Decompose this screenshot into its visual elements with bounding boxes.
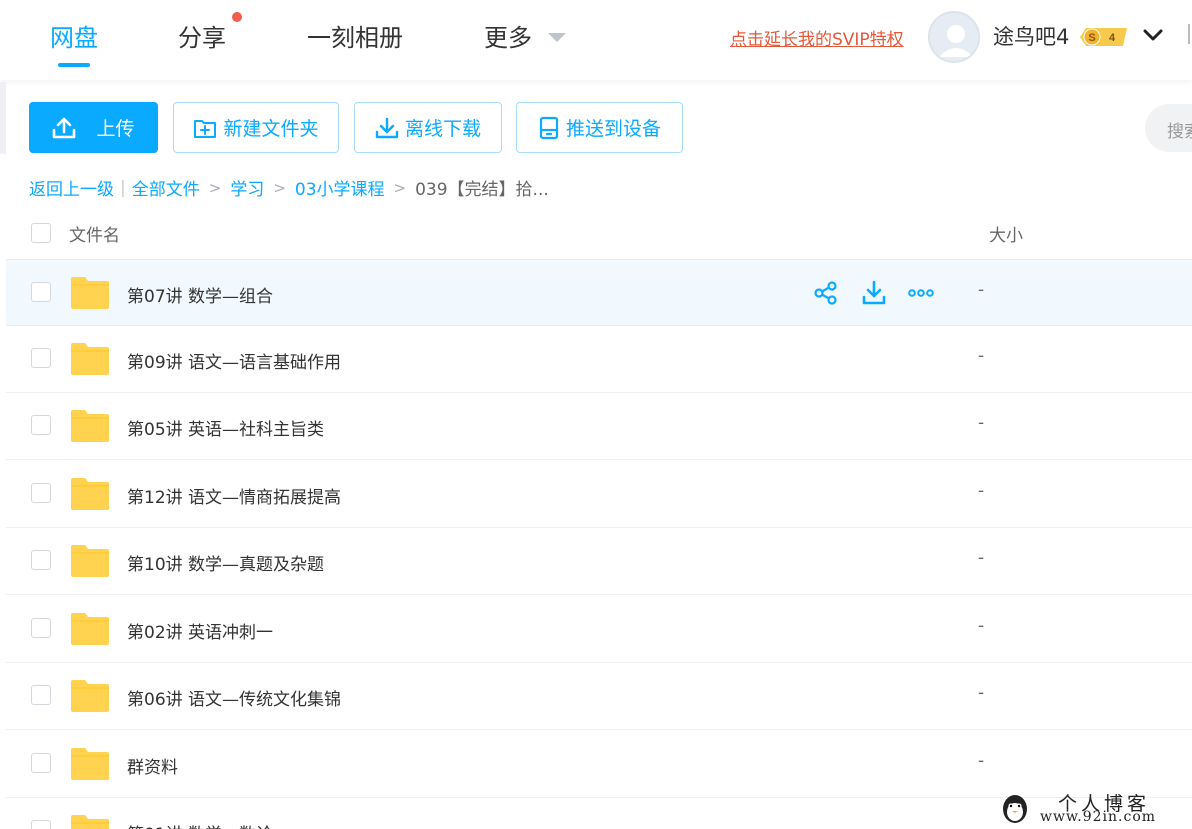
folder-icon [71, 545, 109, 577]
row-checkbox[interactable] [31, 550, 51, 570]
username[interactable]: 途鸟吧4 [993, 21, 1069, 51]
file-name[interactable]: 第07讲 数学—组合 [127, 282, 273, 307]
row-checkbox[interactable] [31, 348, 51, 368]
tab-album[interactable]: 一刻相册 [307, 18, 403, 53]
breadcrumb-current: 039【完结】拾... [415, 180, 549, 200]
row-checkbox[interactable] [31, 483, 51, 503]
file-name[interactable]: 第06讲 语文—传统文化集锦 [127, 685, 341, 710]
row-checkbox[interactable] [31, 415, 51, 435]
caret-down-icon[interactable] [548, 33, 566, 42]
new-folder-button[interactable]: 新建文件夹 [173, 102, 339, 153]
svg-text:4: 4 [1109, 32, 1116, 44]
table-row[interactable]: 第07讲 数学—组合 - [6, 259, 1192, 326]
tab-share[interactable]: 分享 [178, 18, 226, 53]
user-avatar-icon [930, 13, 978, 61]
penguin-face-icon [1003, 795, 1027, 823]
file-name[interactable]: 群资料 [127, 753, 178, 778]
folder-icon [71, 748, 109, 780]
upload-icon [53, 117, 76, 138]
back-link[interactable]: 返回上一级 [29, 175, 114, 200]
sidebar-edge [0, 82, 6, 154]
breadcrumb-divider: | [120, 177, 126, 198]
svip-renew-link[interactable]: 点击延长我的SVIP特权 [730, 25, 904, 50]
file-size: - [978, 413, 985, 433]
folder-icon [71, 277, 109, 309]
table-row[interactable]: 第02讲 英语冲刺一 - [6, 596, 1192, 663]
file-size: - [978, 548, 985, 568]
offline-download-label: 离线下载 [404, 118, 481, 140]
watermark-url: www.92in.com [1040, 809, 1157, 825]
file-size: - [978, 683, 985, 703]
breadcrumb-arrow-icon: > [393, 178, 407, 197]
more-options-icon[interactable] [908, 280, 934, 306]
folder-icon [71, 410, 109, 442]
table-row[interactable]: 第12讲 语文—情商拓展提高 - [6, 461, 1192, 528]
file-name[interactable]: 第12讲 语文—情商拓展提高 [127, 483, 341, 508]
table-row[interactable]: 第09讲 语文—语言基础作用 - [6, 326, 1192, 393]
folder-icon [71, 478, 109, 510]
select-all-checkbox[interactable] [31, 223, 51, 243]
svip-badge-icon: S 4 [1080, 28, 1127, 46]
file-size: - [978, 751, 985, 771]
divider [1188, 24, 1190, 44]
file-size: - [978, 616, 985, 636]
active-tab-indicator [58, 63, 90, 67]
device-icon [539, 116, 559, 139]
folder-icon [71, 343, 109, 375]
column-header-name[interactable]: 文件名 [69, 221, 120, 246]
folder-icon [71, 613, 109, 645]
tab-netdisk[interactable]: 网盘 [50, 18, 98, 53]
chevron-down-icon[interactable] [1142, 24, 1164, 46]
breadcrumb-study[interactable]: 学习 [230, 175, 264, 200]
column-header-size[interactable]: 大小 [989, 221, 1023, 246]
table-row[interactable]: 群资料 - [6, 731, 1192, 798]
file-name[interactable]: 第01讲 数学—数论 [127, 820, 273, 829]
search-input[interactable]: 搜索 [1145, 104, 1192, 152]
file-size: - [978, 346, 985, 366]
row-checkbox[interactable] [31, 753, 51, 773]
push-to-device-button[interactable]: 推送到设备 [516, 102, 683, 153]
breadcrumb-all-files[interactable]: 全部文件 [132, 175, 200, 200]
blog-watermark: 个人博客 www.92in.com [998, 789, 1192, 829]
share-icon[interactable] [813, 280, 839, 306]
breadcrumb-arrow-icon: > [208, 178, 222, 197]
tab-more[interactable]: 更多 [484, 18, 532, 53]
notification-dot [232, 12, 242, 22]
svip-level-badge[interactable]: S 4 [1078, 26, 1130, 48]
table-row[interactable]: 第05讲 英语—社科主旨类 - [6, 393, 1192, 460]
folder-icon [71, 815, 109, 829]
row-checkbox[interactable] [31, 685, 51, 705]
table-row[interactable]: 第06讲 语文—传统文化集锦 - [6, 663, 1192, 730]
row-checkbox[interactable] [31, 618, 51, 638]
file-name[interactable]: 第05讲 英语—社科主旨类 [127, 415, 324, 440]
breadcrumb-arrow-icon: > [273, 178, 286, 197]
row-checkbox[interactable] [31, 282, 51, 302]
new-folder-icon [194, 119, 217, 138]
svg-text:S: S [1088, 32, 1095, 44]
file-name[interactable]: 第09讲 语文—语言基础作用 [127, 348, 341, 373]
upload-button[interactable]: 上传 [29, 102, 158, 153]
push-to-device-label: 推送到设备 [565, 118, 661, 140]
top-navigation-bar: 网盘 分享 一刻相册 更多 点击延长我的SVIP特权 途鸟吧4 S 4 [0, 0, 1192, 80]
folder-icon [71, 680, 109, 712]
file-name[interactable]: 第02讲 英语冲刺一 [127, 618, 273, 643]
file-name[interactable]: 第10讲 数学—真题及杂题 [127, 550, 324, 575]
breadcrumb-primary-course[interactable]: 03小学课程 [295, 175, 385, 200]
file-size: - [978, 280, 985, 300]
breadcrumb: 返回上一级 | 全部文件 > 学习 > 03小学课程 > 039【完结】拾... [29, 175, 549, 201]
upload-label: 上传 [96, 118, 135, 140]
avatar[interactable] [928, 11, 980, 63]
download-icon [375, 117, 399, 138]
row-checkbox[interactable] [31, 820, 51, 829]
download-icon[interactable] [861, 280, 887, 306]
new-folder-label: 新建文件夹 [223, 118, 319, 140]
table-row[interactable]: 第10讲 数学—真题及杂题 - [6, 528, 1192, 595]
offline-download-button[interactable]: 离线下载 [354, 102, 502, 153]
file-size: - [978, 481, 985, 501]
